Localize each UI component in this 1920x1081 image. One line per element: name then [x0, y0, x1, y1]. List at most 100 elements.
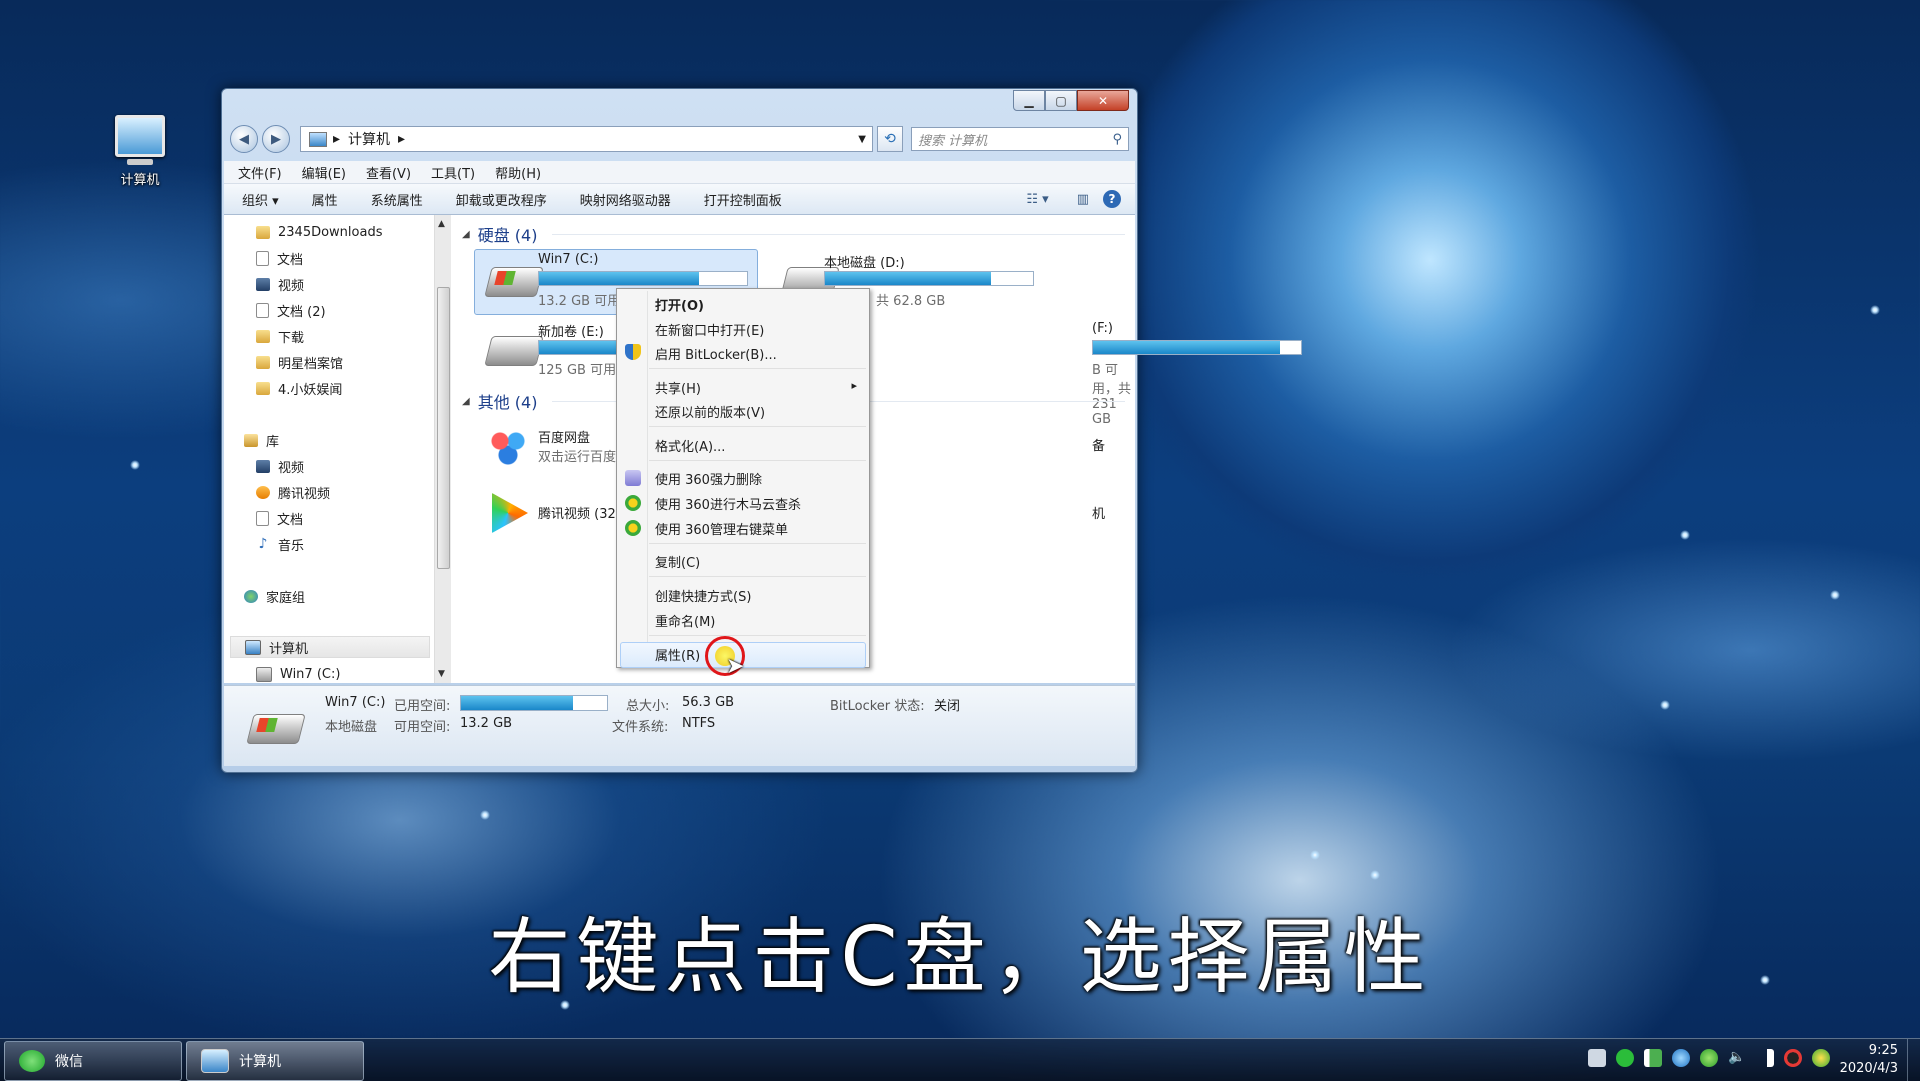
- organize-button[interactable]: 组织 ▾: [242, 190, 279, 209]
- address-path[interactable]: 计算机: [348, 129, 390, 149]
- shredder-icon: [625, 470, 641, 486]
- mouse-cursor-icon: ➤: [726, 654, 745, 679]
- drive-name[interactable]: (F:): [1092, 321, 1113, 336]
- nav-item[interactable]: 明星档案馆: [256, 351, 343, 373]
- context-menu: 打开(O) 在新窗口中打开(E) 启用 BitLocker(B)... 共享(H…: [616, 288, 870, 668]
- taskbar-wechat-button[interactable]: 微信: [4, 1041, 182, 1081]
- nav-item[interactable]: ♪ 音乐: [256, 533, 304, 555]
- menu-restore-versions[interactable]: 还原以前的版本(V): [655, 400, 765, 422]
- chart-tray-icon[interactable]: [1644, 1049, 1662, 1067]
- nav-label: 视频: [278, 460, 305, 476]
- plus-tray-icon[interactable]: [1812, 1049, 1830, 1067]
- nav-item[interactable]: Win7 (C:): [256, 663, 340, 683]
- status-usage-bar: [460, 695, 608, 711]
- drive-name[interactable]: 新加卷 (E:): [538, 321, 604, 340]
- scroll-down-icon[interactable]: ▼: [438, 669, 445, 679]
- taskbar-computer-button[interactable]: 计算机: [186, 1041, 364, 1081]
- menu-360-scan[interactable]: 使用 360进行木马云查杀: [655, 492, 801, 514]
- menu-help[interactable]: 帮助(H): [495, 163, 541, 182]
- item-name[interactable]: 备: [1092, 435, 1105, 454]
- other-group-header[interactable]: ◢ 其他 (4): [462, 389, 537, 413]
- windows-drive-icon: [484, 267, 544, 297]
- nav-item[interactable]: 2345Downloads: [256, 221, 382, 243]
- menu-360-manage[interactable]: 使用 360管理右键菜单: [655, 517, 788, 539]
- control-panel-button[interactable]: 打开控制面板: [704, 190, 782, 209]
- minimize-button[interactable]: ▁: [1013, 90, 1045, 111]
- menu-view[interactable]: 查看(V): [366, 163, 411, 182]
- map-drive-button[interactable]: 映射网络驱动器: [580, 190, 671, 209]
- scroll-up-icon[interactable]: ▲: [438, 219, 445, 229]
- scroll-thumb[interactable]: [437, 287, 450, 569]
- desktop-computer-icon[interactable]: 计算机: [100, 115, 180, 188]
- nav-library[interactable]: 库: [244, 429, 279, 451]
- system-tray: 🔈: [1578, 1049, 1830, 1067]
- system-properties-button[interactable]: 系统属性: [371, 190, 423, 209]
- forward-button[interactable]: ▶: [262, 125, 290, 153]
- nav-label: 音乐: [278, 538, 305, 554]
- qq-icon[interactable]: [1784, 1049, 1802, 1067]
- menu-open-new-window[interactable]: 在新窗口中打开(E): [655, 318, 764, 340]
- search-icon[interactable]: ⚲: [1112, 132, 1122, 147]
- nav-computer[interactable]: 计算机: [230, 636, 430, 658]
- wechat-tray-icon[interactable]: [1616, 1049, 1634, 1067]
- nav-item[interactable]: 文档 (2): [256, 299, 326, 321]
- close-button[interactable]: ✕: [1077, 90, 1129, 111]
- collapse-icon[interactable]: ◢: [462, 396, 470, 407]
- menu-create-shortcut[interactable]: 创建快捷方式(S): [655, 584, 751, 606]
- nav-item[interactable]: 文档: [256, 247, 303, 269]
- nav-homegroup[interactable]: 家庭组: [244, 585, 305, 607]
- drive-usage-bar: [824, 271, 1034, 286]
- help-icon[interactable]: ?: [1103, 190, 1121, 208]
- folder-icon: [256, 381, 270, 395]
- properties-button[interactable]: 属性: [312, 190, 338, 209]
- item-name[interactable]: 机: [1092, 503, 1105, 522]
- menu-360-delete[interactable]: 使用 360强力删除: [655, 467, 762, 489]
- nav-item[interactable]: 文档: [256, 507, 303, 529]
- nav-item[interactable]: 视频: [256, 273, 304, 295]
- back-button[interactable]: ◀: [230, 125, 258, 153]
- 360-tray-icon[interactable]: [1700, 1049, 1718, 1067]
- maximize-button[interactable]: ▢: [1045, 90, 1077, 111]
- taskbar-label: 微信: [55, 1054, 83, 1070]
- network-icon[interactable]: [1756, 1049, 1774, 1067]
- item-name[interactable]: 百度网盘: [538, 427, 590, 446]
- collapse-icon[interactable]: ◢: [462, 229, 470, 240]
- nav-item[interactable]: 视频: [256, 455, 304, 477]
- clock[interactable]: 9:25 2020/4/3: [1840, 1042, 1898, 1078]
- menu-open[interactable]: 打开(O): [655, 293, 704, 315]
- globe-tray-icon[interactable]: [1672, 1049, 1690, 1067]
- hdd-group-header[interactable]: ◢ 硬盘 (4): [462, 222, 537, 246]
- menu-edit[interactable]: 编辑(E): [302, 163, 346, 182]
- menu-tools[interactable]: 工具(T): [431, 163, 475, 182]
- taskbar-label: 计算机: [239, 1054, 281, 1070]
- address-dropdown-icon[interactable]: ▼: [858, 134, 866, 145]
- drive-name[interactable]: 本地磁盘 (D:): [824, 252, 905, 271]
- command-bar: 组织 ▾ 属性 系统属性 卸载或更改程序 映射网络驱动器 打开控制面板 ☷ ▾ …: [224, 184, 1135, 215]
- search-input[interactable]: 搜索 计算机 ⚲: [911, 127, 1129, 151]
- uninstall-button[interactable]: 卸载或更改程序: [456, 190, 547, 209]
- menu-bitlocker[interactable]: 启用 BitLocker(B)...: [655, 342, 777, 364]
- video-icon: [256, 459, 270, 473]
- preview-pane-icon[interactable]: ▥: [1077, 192, 1089, 207]
- item-name[interactable]: 腾讯视频 (32: [538, 503, 616, 522]
- keyboard-icon[interactable]: [1588, 1049, 1606, 1067]
- show-desktop-button[interactable]: [1907, 1039, 1920, 1081]
- refresh-icon[interactable]: ⟲: [877, 126, 903, 152]
- menu-file[interactable]: 文件(F): [238, 163, 282, 182]
- menu-format[interactable]: 格式化(A)...: [655, 434, 725, 456]
- menu-rename[interactable]: 重命名(M): [655, 609, 715, 631]
- menu-share[interactable]: 共享(H): [655, 376, 701, 398]
- status-bitlocker-label: BitLocker 状态:: [830, 699, 925, 714]
- volume-icon[interactable]: 🔈: [1728, 1049, 1746, 1067]
- address-bar[interactable]: ▸ 计算机 ▸ ▼: [300, 126, 873, 152]
- nav-item[interactable]: 腾讯视频: [256, 481, 330, 503]
- menu-separator: [649, 543, 866, 544]
- menu-copy[interactable]: 复制(C): [655, 550, 700, 572]
- view-options-icon[interactable]: ☷ ▾: [1026, 192, 1048, 207]
- menu-properties[interactable]: 属性(R): [655, 643, 700, 665]
- nav-item[interactable]: 4.小妖娱闻: [256, 377, 342, 399]
- nav-item[interactable]: 下载: [256, 325, 304, 347]
- computer-icon: [115, 115, 165, 157]
- group-title: 硬盘 (4): [477, 226, 538, 245]
- nav-scrollbar[interactable]: ▲ ▼: [434, 215, 451, 683]
